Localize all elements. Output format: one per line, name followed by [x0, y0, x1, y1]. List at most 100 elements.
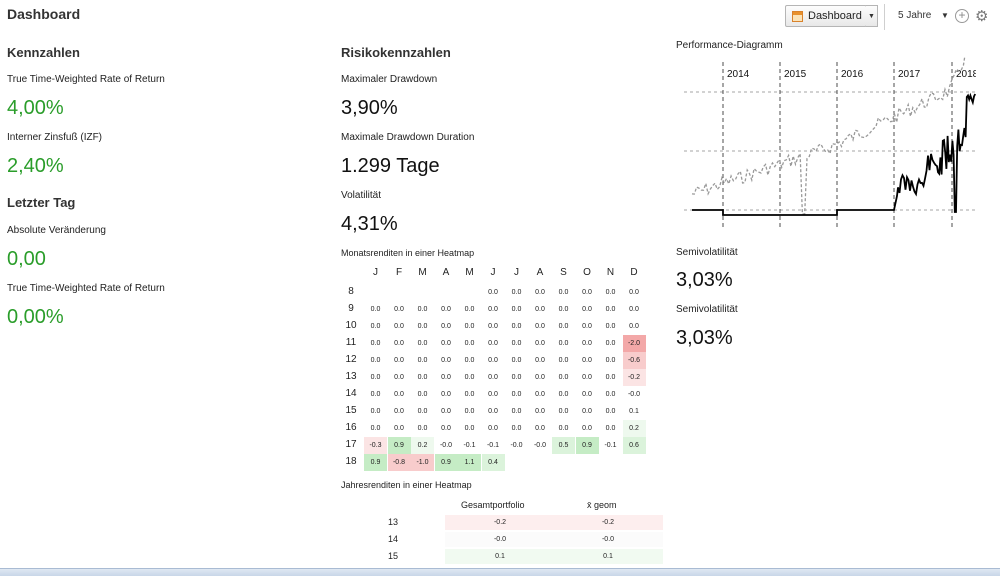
dashboard-button[interactable]: Dashboard	[785, 5, 867, 27]
gear-icon[interactable]: ⚙	[975, 7, 988, 25]
last-day-ttwror-label: True Time-Weighted Rate of Return	[7, 283, 165, 294]
heatmap-cell: 0.0	[370, 391, 381, 398]
chevron-down-icon[interactable]: ▼	[941, 11, 949, 20]
heatmap-cell: 0.0	[488, 340, 498, 347]
heatmap-cell: 0.0	[441, 391, 451, 398]
heatmap-cell: 0.0	[488, 306, 498, 313]
heatmap-cell: 0.0	[394, 357, 404, 364]
taskbar	[0, 568, 1000, 576]
yearly-year-label: 14	[387, 534, 398, 544]
last-day-ttwror-value: 0,00%	[7, 306, 64, 328]
heatmap-cell: 0.0	[464, 306, 475, 313]
heatmap-year-label: 8	[348, 286, 354, 297]
kennzahlen-title: Kennzahlen	[7, 45, 80, 60]
heatmap-cell: 0.0	[558, 391, 569, 398]
heatmap-cell: 0.0	[605, 425, 616, 432]
heatmap-cell: 1.1	[458, 454, 481, 471]
heatmap-cell: 0.0	[582, 374, 592, 381]
heatmap-cell: 0.0	[370, 425, 381, 432]
yearly-cell: -0.0	[445, 532, 555, 547]
volatility-value: 4,31%	[341, 213, 398, 235]
heatmap-cell: 0.0	[605, 374, 616, 381]
yearly-cell: -0.2	[445, 515, 555, 530]
heatmap-month-header: J	[373, 267, 378, 278]
yearly-cell: 0.1	[445, 549, 555, 564]
yearly-heatmap-caption: Jahresrenditen in einer Heatmap	[341, 480, 472, 490]
heatmap-cell: 0.0	[582, 408, 592, 415]
heatmap-cell: 0.0	[441, 306, 451, 313]
heatmap-cell: 0.0	[558, 289, 569, 296]
heatmap-cell: 0.0	[394, 408, 404, 415]
chart-year-label: 2015	[784, 69, 807, 80]
heatmap-cell: 0.2	[411, 437, 434, 454]
heatmap-year-label: 13	[345, 371, 357, 382]
heatmap-cell: 0.0	[535, 357, 545, 364]
heatmap-cell: 0.0	[370, 340, 381, 347]
toolbar: Dashboard ▼ 5 Jahre ▼ + ⚙	[780, 4, 1000, 30]
heatmap-cell: 0.0	[417, 357, 428, 364]
heatmap-cell: 0.0	[535, 306, 545, 313]
heatmap-cell: 0.0	[488, 357, 498, 364]
page-title: Dashboard	[7, 6, 81, 22]
heatmap-cell: 0.0	[535, 425, 545, 432]
heatmap-cell: 0.0	[394, 306, 404, 313]
heatmap-cell: 0.0	[417, 340, 428, 347]
heatmap-month-header: A	[536, 267, 544, 278]
heatmap-cell: 0.0	[370, 306, 381, 313]
heatmap-cell: 0.0	[370, 374, 381, 381]
heatmap-cell: 0.6	[622, 437, 646, 454]
heatmap-year-label: 18	[345, 456, 357, 467]
heatmap-cell: 0.0	[441, 323, 451, 330]
heatmap-cell: 0.0	[535, 391, 545, 398]
heatmap-cell: 0.0	[441, 374, 451, 381]
heatmap-cell: 0.0	[488, 323, 498, 330]
heatmap-year-label: 11	[345, 337, 357, 348]
heatmap-year-label: 9	[348, 303, 354, 314]
heatmap-month-header: S	[560, 267, 567, 278]
volatility-label: Volatilität	[341, 190, 382, 201]
heatmap-month-header: J	[490, 267, 496, 278]
heatmap-cell: 0.0	[629, 289, 639, 296]
heatmap-cell: 0.0	[605, 408, 616, 415]
heatmap-cell: 0.9	[434, 454, 458, 471]
heatmap-year-label: 17	[345, 439, 357, 450]
heatmap-cell: -0.1	[486, 442, 500, 449]
heatmap-cell: 0.0	[488, 425, 498, 432]
heatmap-cell: 0.0	[464, 408, 475, 415]
heatmap-cell: 0.0	[535, 374, 545, 381]
chart-year-label: 2017	[898, 69, 921, 80]
add-icon[interactable]: +	[955, 9, 969, 23]
semivolatility-value-2: 3,03%	[676, 327, 733, 349]
heatmap-cell: 0.0	[511, 289, 522, 296]
heatmap-cell: 0.0	[511, 323, 522, 330]
heatmap-cell: -0.1	[604, 442, 617, 449]
heatmap-cell: -0.0	[439, 442, 453, 449]
heatmap-year-label: 12	[345, 354, 357, 365]
dashboard-dropdown-button[interactable]: ▼	[866, 5, 878, 27]
heatmap-cell: 0.0	[558, 357, 569, 364]
period-select[interactable]: 5 Jahre	[898, 10, 931, 21]
heatmap-cell: 0.0	[417, 374, 428, 381]
yearly-cell: -0.2	[553, 515, 663, 530]
drawdown-duration-label: Maximale Drawdown Duration	[341, 132, 475, 143]
heatmap-cell: 0.0	[441, 357, 451, 364]
heatmap-cell: 0.9	[364, 454, 387, 471]
heatmap-cell: 0.0	[511, 391, 522, 398]
drawdown-value: 3,90%	[341, 97, 398, 119]
heatmap-cell: -0.2	[622, 369, 646, 386]
chart-title: Performance-Diagramm	[676, 40, 783, 51]
heatmap-month-header: O	[583, 267, 591, 278]
heatmap-cell: -0.8	[387, 454, 411, 471]
heatmap-cell: 0.2	[622, 420, 646, 437]
heatmap-cell: 0.0	[394, 425, 404, 432]
yearly-header: Gesamtportfolio	[461, 500, 525, 510]
heatmap-cell: 0.0	[511, 408, 522, 415]
heatmap-cell: 0.0	[488, 289, 498, 296]
heatmap-cell: 0.0	[417, 323, 428, 330]
heatmap-cell: 0.5	[552, 437, 575, 454]
heatmap-cell: 0.4	[481, 454, 505, 471]
heatmap-cell: -2.0	[622, 335, 646, 352]
heatmap-cell: 0.0	[535, 289, 545, 296]
izf-label: Interner Zinsfuß (IZF)	[7, 132, 103, 143]
heatmap-cell: -0.3	[364, 437, 387, 454]
